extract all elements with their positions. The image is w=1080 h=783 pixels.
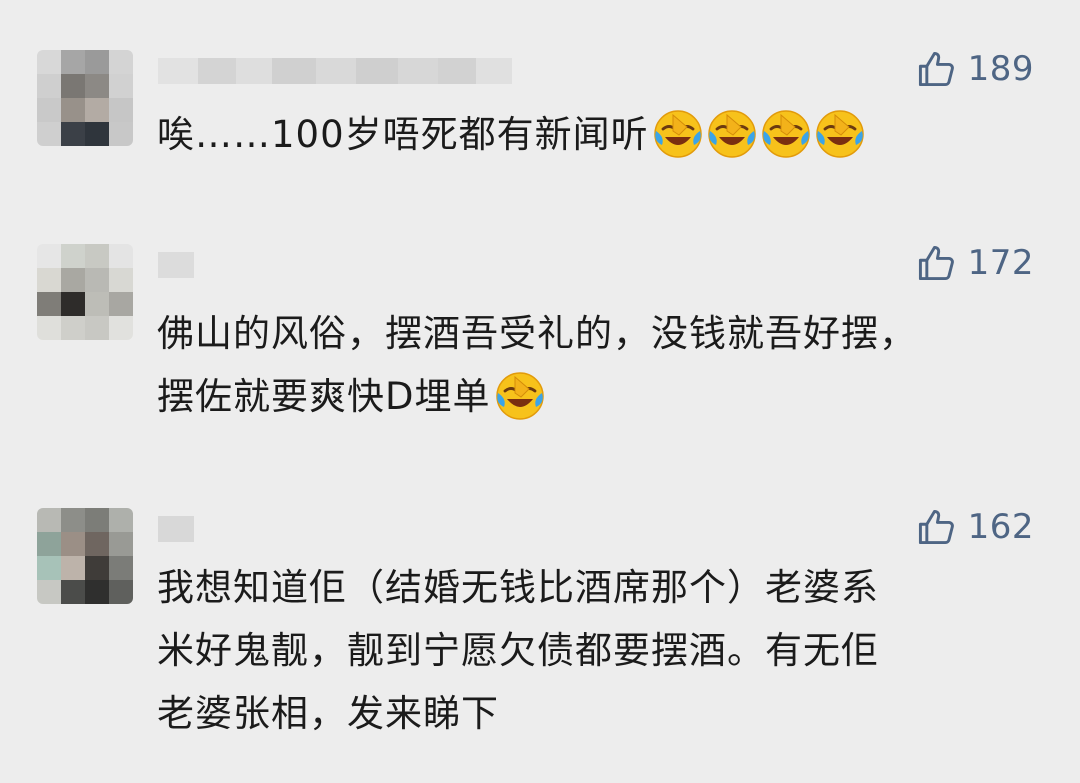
avatar[interactable] bbox=[37, 50, 133, 146]
avatar[interactable] bbox=[37, 508, 133, 604]
comment-item: 162 我想知道佢（结婚无钱比酒席那个）老婆系 米好鬼靓，靓到宁愿欠债都要摆酒。… bbox=[0, 502, 1080, 783]
face-with-tears-of-joy-icon bbox=[815, 109, 865, 159]
comment-line: 唉……100岁唔死都有新闻听 bbox=[157, 103, 1037, 166]
like-count: 162 bbox=[967, 507, 1034, 547]
like-count: 189 bbox=[967, 49, 1034, 89]
face-with-tears-of-joy-icon bbox=[495, 371, 545, 421]
face-with-tears-of-joy-icon bbox=[761, 109, 811, 159]
comment-text: 唉……100岁唔死都有新闻听 bbox=[157, 103, 1037, 166]
avatar[interactable] bbox=[37, 244, 133, 340]
comment-text: 我想知道佢（结婚无钱比酒席那个）老婆系 米好鬼靓，靓到宁愿欠债都要摆酒。有无佢 … bbox=[157, 556, 1037, 745]
like-button[interactable]: 189 bbox=[914, 44, 1034, 94]
thumbs-up-icon bbox=[914, 47, 958, 91]
comment-text: 佛山的风俗，摆酒吾受礼的，没钱就吾好摆， 摆佐就要爽快D埋单 bbox=[157, 302, 1037, 428]
like-button[interactable]: 172 bbox=[914, 238, 1034, 288]
comment-line: 摆佐就要爽快D埋单 bbox=[157, 365, 1037, 428]
comment-item: 172 佛山的风俗，摆酒吾受礼的，没钱就吾好摆， 摆佐就要爽快D埋单 bbox=[0, 238, 1080, 488]
username-blurred[interactable] bbox=[158, 252, 194, 278]
username-blurred[interactable] bbox=[158, 58, 512, 84]
face-with-tears-of-joy-icon bbox=[707, 109, 757, 159]
face-with-tears-of-joy-icon bbox=[653, 109, 703, 159]
thumbs-up-icon bbox=[914, 241, 958, 285]
comment-line: 老婆张相，发来睇下 bbox=[157, 692, 499, 735]
like-button[interactable]: 162 bbox=[914, 502, 1034, 552]
username-blurred[interactable] bbox=[158, 516, 194, 542]
comment-line: 米好鬼靓，靓到宁愿欠债都要摆酒。有无佢 bbox=[157, 629, 879, 672]
comment-item: 189 唉……100岁唔死都有新闻听 bbox=[0, 44, 1080, 214]
comment-line: 佛山的风俗，摆酒吾受礼的，没钱就吾好摆， bbox=[157, 312, 917, 355]
thumbs-up-icon bbox=[914, 505, 958, 549]
comment-list: 189 唉……100岁唔死都有新闻听 172 佛山的风俗，摆酒吾受礼的，没钱就吾… bbox=[0, 0, 1080, 783]
comment-line: 我想知道佢（结婚无钱比酒席那个）老婆系 bbox=[157, 566, 879, 609]
like-count: 172 bbox=[967, 243, 1034, 283]
